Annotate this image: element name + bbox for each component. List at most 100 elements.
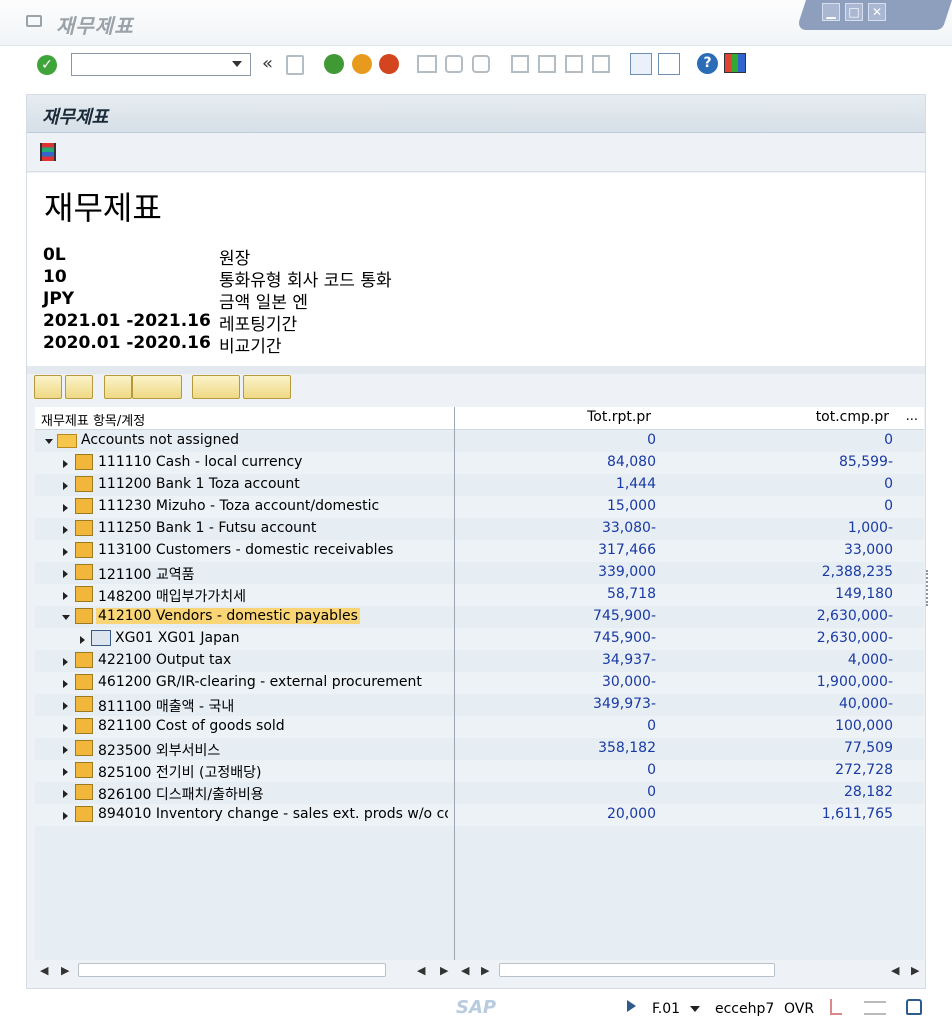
exit-icon[interactable] [352, 54, 372, 74]
row-rpt-value: 20,000 [607, 806, 656, 822]
column-header-cmp[interactable]: tot.cmp.pr [816, 409, 889, 425]
tree-row[interactable]: 148200 매입부가가치세 58,718 149,180 [35, 584, 924, 606]
scroll-right-icon[interactable]: ▶ [61, 964, 69, 977]
expand-node-icon[interactable] [63, 460, 68, 468]
help-icon[interactable]: ? [697, 53, 718, 74]
next-page-icon[interactable] [565, 55, 583, 73]
tree-row[interactable]: 422100 Output tax 34,937- 4,000- [35, 650, 924, 672]
tree-row[interactable]: 111200 Bank 1 Toza account 1,444 0 [35, 474, 924, 496]
row-label: 111230 Mizuho - Toza account/domestic [98, 498, 380, 514]
row-cmp-value: 1,900,000- [816, 674, 893, 690]
row-label: 894010 Inventory change - sales ext. pro… [98, 806, 448, 822]
back-icon[interactable] [324, 54, 344, 74]
lock-icon[interactable] [906, 999, 922, 1015]
tree-row[interactable]: 823500 외부서비스 358,182 77,509 [35, 738, 924, 760]
tree-row[interactable]: 461200 GR/IR-clearing - external procure… [35, 672, 924, 694]
expand-all-button[interactable] [34, 375, 62, 399]
collapse-node-icon[interactable] [62, 615, 70, 620]
app-title-bar [27, 95, 925, 133]
status-expand-icon[interactable] [627, 1000, 636, 1012]
tree-row-selected[interactable]: 412100 Vendors - domestic payables 745,9… [35, 606, 924, 628]
collapse-node-icon[interactable] [45, 439, 53, 444]
window-menu-icon[interactable] [26, 15, 42, 27]
column-divider[interactable] [454, 407, 455, 960]
tree-row[interactable]: 111110 Cash - local currency 84,080 85,5… [35, 452, 924, 474]
previous-page-icon[interactable] [538, 55, 556, 73]
tree-row[interactable]: 826100 디스패치/출하비용 0 28,182 [35, 782, 924, 804]
minimize-icon[interactable]: ▁ [822, 3, 840, 21]
column-header-item[interactable]: 재무제표 항목/계정 [41, 410, 145, 429]
expand-node-icon[interactable] [63, 790, 68, 798]
chevron-down-icon[interactable] [690, 1006, 700, 1012]
customize-layout-icon[interactable] [724, 53, 746, 73]
row-label: 111200 Bank 1 Toza account [98, 476, 300, 492]
save-icon[interactable] [286, 55, 304, 75]
expand-node-icon[interactable] [63, 658, 68, 666]
tree-row[interactable]: 894010 Inventory change - sales ext. pro… [35, 804, 924, 826]
expand-node-icon[interactable] [63, 746, 68, 754]
expand-node-icon[interactable] [63, 592, 68, 600]
tree-row[interactable]: XG01 XG01 Japan 745,900- 2,630,000- [35, 628, 924, 650]
expand-node-icon[interactable] [63, 504, 68, 512]
expand-node-icon[interactable] [63, 482, 68, 490]
scroll-left-icon[interactable]: ◀ [461, 964, 469, 977]
close-icon[interactable]: ✕ [868, 3, 886, 21]
print-icon[interactable] [417, 55, 437, 73]
expand-node-icon[interactable] [80, 636, 85, 644]
scrollbar-thumb[interactable] [499, 963, 775, 977]
tree-row[interactable]: 825100 전기비 (고정배당) 0 272,728 [35, 760, 924, 782]
enter-check-icon[interactable]: ✓ [37, 55, 57, 75]
row-label: 823500 외부서비스 [98, 743, 221, 759]
input-mode[interactable]: OVR [784, 1001, 814, 1017]
chevron-down-icon[interactable] [232, 61, 242, 67]
tree-row[interactable]: 121100 교역품 339,000 2,388,235 [35, 562, 924, 584]
find-icon[interactable] [445, 55, 463, 73]
column-header-rpt[interactable]: Tot.rpt.pr [587, 409, 651, 425]
cancel-icon[interactable] [379, 54, 399, 74]
scroll-right-icon[interactable]: ▶ [481, 964, 489, 977]
first-page-icon[interactable] [511, 55, 529, 73]
layout-menu-button[interactable] [243, 375, 291, 399]
scroll-right-icon[interactable]: ▶ [911, 964, 919, 977]
scroll-right-icon[interactable]: ▶ [440, 964, 448, 977]
maximize-icon[interactable]: □ [845, 3, 863, 21]
tree-row[interactable]: Accounts not assigned 0 0 [35, 430, 924, 452]
shortcut-icon[interactable] [658, 53, 680, 75]
collapse-all-button[interactable] [65, 375, 93, 399]
scroll-left-icon[interactable]: ◀ [891, 964, 899, 977]
status-bar: SAP F.01 eccehp7 OVR [0, 994, 952, 1029]
column-header-more[interactable]: ... [906, 409, 918, 424]
tree-row[interactable]: 811100 매출액 - 국내 349,973- 40,000- [35, 694, 924, 716]
app-title: 재무제표 [42, 107, 109, 128]
scroll-left-icon[interactable]: ◀ [40, 964, 48, 977]
new-session-icon[interactable] [630, 53, 652, 75]
find-button[interactable] [104, 375, 132, 399]
command-collapse-icon[interactable]: « [262, 53, 273, 74]
last-page-icon[interactable] [592, 55, 610, 73]
splitter-handle[interactable] [27, 366, 925, 374]
expand-node-icon[interactable] [63, 680, 68, 688]
tree-row[interactable]: 821100 Cost of goods sold 0 100,000 [35, 716, 924, 738]
expand-node-icon[interactable] [63, 724, 68, 732]
expand-node-icon[interactable] [63, 702, 68, 710]
tree-toggle-icon[interactable] [40, 143, 56, 161]
account-icon [75, 542, 93, 558]
row-cmp-value: 2,630,000- [816, 608, 893, 624]
scroll-left-icon[interactable]: ◀ [417, 964, 425, 977]
tree-row[interactable]: 113100 Customers - domestic receivables … [35, 540, 924, 562]
find-next-icon[interactable] [472, 55, 490, 73]
row-cmp-value: 4,000- [847, 652, 893, 668]
tree-row[interactable]: 111250 Bank 1 - Futsu account 33,080- 1,… [35, 518, 924, 540]
command-field[interactable] [71, 53, 251, 76]
resize-grip[interactable] [926, 570, 930, 606]
expand-node-icon[interactable] [63, 570, 68, 578]
expand-node-icon[interactable] [63, 768, 68, 776]
transaction-code[interactable]: F.01 [652, 1001, 680, 1017]
tree-row[interactable]: 111230 Mizuho - Toza account/domestic 15… [35, 496, 924, 518]
expand-node-icon[interactable] [63, 812, 68, 820]
expand-node-icon[interactable] [63, 526, 68, 534]
scrollbar-thumb[interactable] [78, 963, 386, 977]
print-menu-button[interactable] [192, 375, 240, 399]
sum-menu-button[interactable] [132, 375, 182, 399]
expand-node-icon[interactable] [63, 548, 68, 556]
